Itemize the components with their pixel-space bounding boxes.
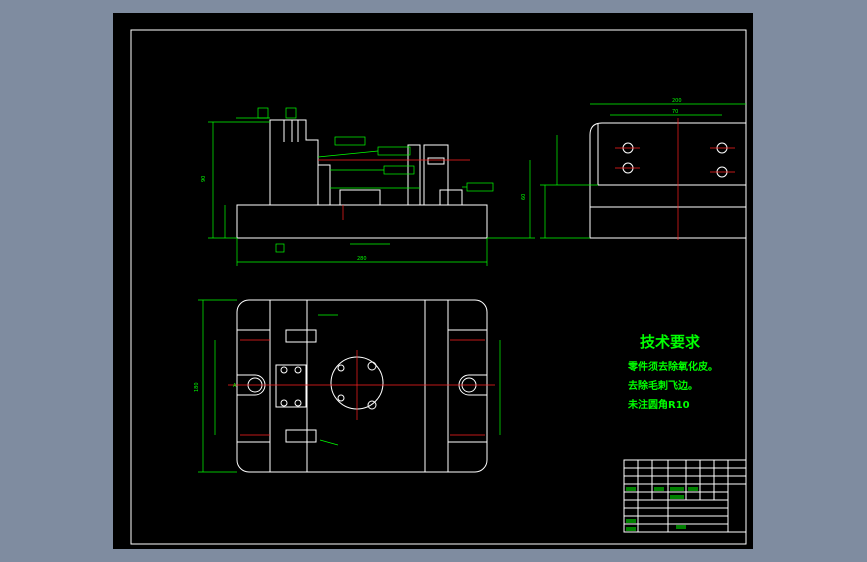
dim-text: A	[233, 383, 237, 389]
title-block-cell	[626, 519, 636, 523]
title-block-cell	[626, 527, 636, 531]
dim-text: 200	[672, 98, 682, 104]
tech-req-title: 技术要求	[640, 333, 701, 351]
dim-text: 60	[521, 194, 527, 200]
title-block-cell	[670, 487, 684, 491]
title-block-cell	[654, 487, 664, 491]
title-block-cell	[670, 495, 684, 499]
tech-req-line-1: 零件须去除氧化皮。	[627, 360, 718, 373]
dim-text: 90	[201, 176, 207, 182]
dim-text: 70	[672, 109, 678, 115]
title-block-cell	[688, 487, 698, 491]
tech-req-line-3: 未注圆角R10	[627, 398, 690, 411]
drawing-area	[113, 13, 753, 549]
title-block-cell	[676, 525, 686, 529]
dim-text: 280	[357, 256, 367, 262]
dim-text: 180	[194, 382, 200, 392]
title-block-cell	[626, 487, 636, 491]
tech-req-line-2: 去除毛刺飞边。	[628, 379, 698, 392]
cad-drawing-sheet: 90 60 280 200 70 180 A 技术要求 零件须去除氧化皮。 去除…	[113, 13, 753, 549]
